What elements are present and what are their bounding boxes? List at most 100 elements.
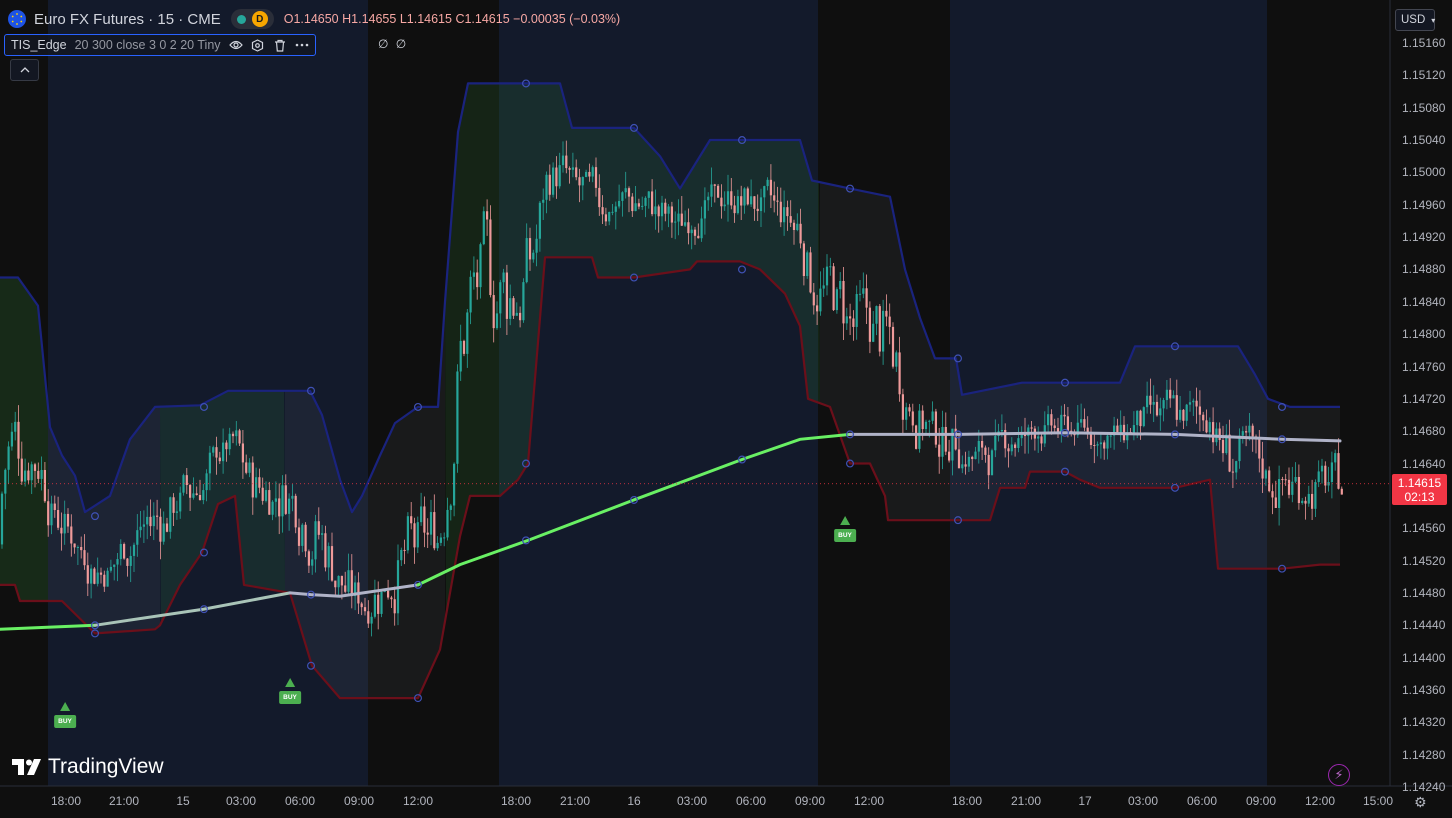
candle-body <box>736 196 739 214</box>
candle-body <box>33 464 37 471</box>
time-tick-label: 18:00 <box>951 794 983 808</box>
candle-body <box>637 203 640 207</box>
candle-body <box>944 426 947 452</box>
candle-body <box>169 497 172 532</box>
candle-body <box>1040 436 1043 444</box>
candle-body <box>743 188 746 206</box>
market-status[interactable]: D <box>230 9 274 29</box>
candle-body <box>449 505 452 510</box>
candle-body <box>783 207 786 223</box>
candle-body <box>693 229 697 236</box>
candle-body <box>802 243 805 277</box>
candle-body <box>717 185 720 198</box>
candle-body <box>433 512 436 549</box>
buy-triangle-icon <box>839 516 850 525</box>
time-tick-label: 12:00 <box>853 794 885 808</box>
candle-body <box>165 523 169 532</box>
candle-body <box>1287 479 1291 495</box>
candle-body <box>664 202 667 214</box>
lightning-icon[interactable]: ⚡ <box>1328 764 1350 786</box>
candle-body <box>875 306 878 324</box>
candle-body <box>410 516 413 524</box>
candle-body <box>159 516 162 542</box>
bar-countdown: 02:13 <box>1404 489 1435 504</box>
candle-body <box>136 530 139 545</box>
buy-signal: BUY <box>54 702 76 728</box>
candle-body <box>654 206 657 215</box>
candle-body <box>76 547 79 549</box>
more-icon[interactable] <box>295 38 309 52</box>
candle-body <box>1251 425 1254 437</box>
candle-body <box>90 568 93 584</box>
candle-body <box>340 575 343 586</box>
candle-body <box>103 574 106 587</box>
candle-body <box>426 532 429 535</box>
time-tick-label: 15 <box>176 794 190 808</box>
candle-body <box>987 454 990 476</box>
candle-body <box>647 191 650 198</box>
candle-body <box>1155 401 1159 416</box>
candle-body <box>651 191 654 215</box>
price-chart[interactable] <box>0 0 1452 818</box>
candle-body <box>898 352 901 395</box>
candle-body <box>47 501 50 526</box>
price-tick-label: 1.14960 <box>1402 197 1446 212</box>
candle-body <box>212 447 215 453</box>
candle-body <box>1185 404 1188 421</box>
candle-body <box>129 555 132 566</box>
indicator-legend[interactable]: TIS_Edge 20 300 close 3 0 2 20 Tiny <box>4 34 316 56</box>
candle-body <box>558 165 561 187</box>
candle-body <box>1159 408 1162 416</box>
candle-body <box>862 288 865 294</box>
candle-body <box>515 312 518 316</box>
candle-body <box>99 572 103 575</box>
candle-body <box>773 195 776 201</box>
candle-body <box>977 441 980 452</box>
trash-icon[interactable] <box>273 38 287 52</box>
candle-body <box>796 223 799 231</box>
candle-body <box>57 510 60 528</box>
candle-body <box>1192 400 1195 403</box>
candle-body <box>812 292 815 306</box>
candle-body <box>1146 395 1149 408</box>
candle-body <box>10 431 13 447</box>
time-tick-label: 18:00 <box>50 794 82 808</box>
candle-body <box>30 464 33 481</box>
gear-icon[interactable]: ⚙ <box>1414 794 1427 811</box>
candle-body <box>1228 434 1231 472</box>
time-tick-label: 06:00 <box>284 794 316 808</box>
change-value: −0.00035 (−0.03%) <box>513 12 621 26</box>
symbol-title[interactable]: Euro FX Futures · 15 · CME <box>34 11 221 28</box>
candle-body <box>446 509 449 538</box>
candle-body <box>443 537 446 539</box>
price-tick-label: 1.14320 <box>1402 715 1446 730</box>
candle-body <box>83 550 86 566</box>
collapse-legend-button[interactable] <box>10 59 39 81</box>
eye-icon[interactable] <box>228 38 243 52</box>
candle-body <box>330 546 334 581</box>
candle-body <box>614 206 617 212</box>
time-tick-label: 17 <box>1078 794 1092 808</box>
candle-body <box>1093 444 1096 446</box>
candle-body <box>816 305 819 312</box>
candle-body <box>786 207 789 217</box>
candle-body <box>228 433 231 450</box>
candle-body <box>24 470 27 482</box>
candle-body <box>657 206 660 217</box>
candle-body <box>96 572 99 584</box>
candle-body <box>1109 435 1112 437</box>
candle-body <box>872 323 875 342</box>
candle-body <box>1083 419 1086 428</box>
candle-body <box>723 204 726 207</box>
chart-area[interactable] <box>0 0 1452 818</box>
candle-body <box>420 506 423 523</box>
candle-body <box>832 266 835 311</box>
candle-body <box>406 516 409 551</box>
candle-body <box>456 371 459 464</box>
buy-signal: BUY <box>834 516 856 542</box>
settings-icon[interactable] <box>251 38 265 52</box>
tradingview-logo[interactable]: TradingView <box>12 755 164 779</box>
currency-select[interactable]: USD ▾ <box>1395 9 1435 31</box>
candle-body <box>806 252 809 277</box>
candle-body <box>571 167 574 170</box>
